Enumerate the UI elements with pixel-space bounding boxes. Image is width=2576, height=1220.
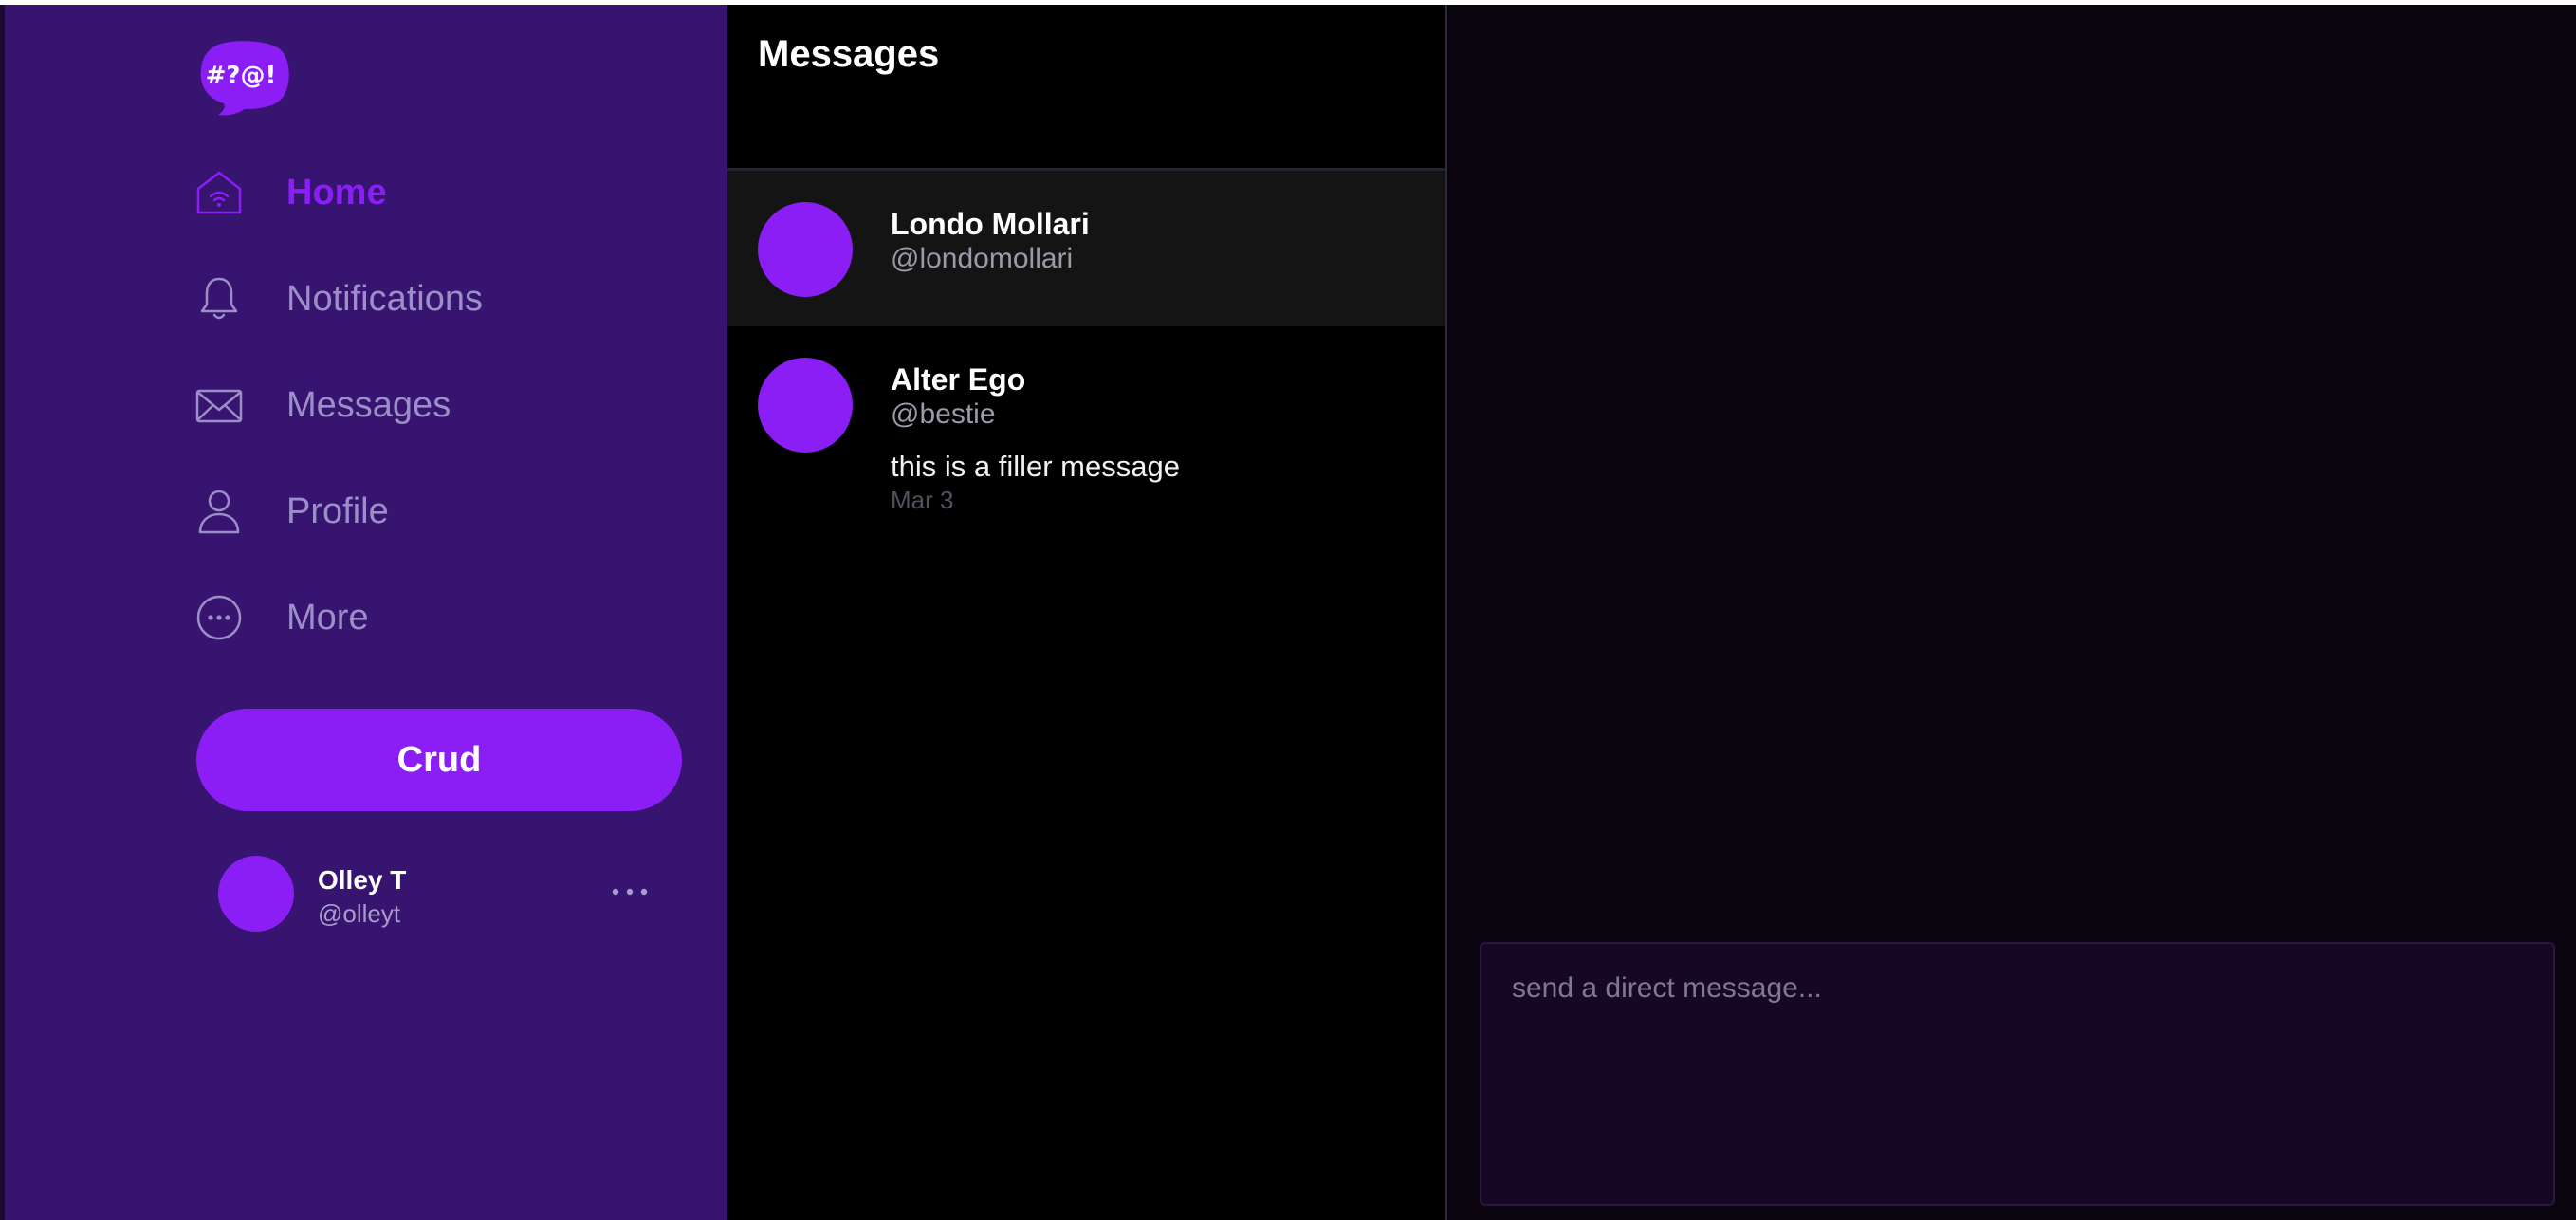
nav-item-profile[interactable]: Profile xyxy=(194,473,688,549)
account-name: Olley T xyxy=(318,865,407,895)
conversation-item[interactable]: Londo Mollari @londomollari xyxy=(727,171,1445,326)
nav-label-notifications: Notifications xyxy=(286,278,483,319)
nav-label-profile: Profile xyxy=(286,490,389,531)
bell-icon xyxy=(194,274,244,323)
nav-label-messages: Messages xyxy=(286,384,451,425)
account-switcher[interactable]: Olley T @olleyt xyxy=(218,856,664,939)
nav-label-home: Home xyxy=(286,172,387,213)
avatar xyxy=(758,202,853,297)
page-title: Messages xyxy=(758,33,940,75)
ellipsis-icon[interactable] xyxy=(609,878,651,905)
avatar xyxy=(218,856,294,932)
nav-label-more: More xyxy=(286,597,369,638)
nav-item-messages[interactable]: Messages xyxy=(194,367,688,443)
conversation-name: Alter Ego xyxy=(891,362,1026,397)
app-logo[interactable]: #?@! xyxy=(197,41,292,119)
home-icon xyxy=(194,168,244,217)
envelope-icon xyxy=(194,380,244,430)
account-handle: @olleyt xyxy=(318,899,401,928)
chat-pane xyxy=(1447,5,2576,1220)
avatar xyxy=(758,358,853,453)
more-circle-icon xyxy=(194,593,244,642)
direct-message-input[interactable] xyxy=(1480,942,2555,1206)
sidebar: #?@! Home Notifications Messages Profile… xyxy=(5,5,727,1220)
message-preview: this is a filler message xyxy=(891,450,1180,483)
conversation-item[interactable]: Alter Ego @bestie this is a filler messa… xyxy=(727,326,1445,526)
message-date: Mar 3 xyxy=(891,486,954,514)
crud-button[interactable]: Crud xyxy=(196,709,682,811)
messages-column: Messages Londo Mollari @londomollari Alt… xyxy=(727,5,1447,1220)
conversation-handle: @londomollari xyxy=(891,243,1074,274)
logo-text: #?@! xyxy=(205,62,277,90)
nav-item-more[interactable]: More xyxy=(194,580,688,656)
conversation-handle: @bestie xyxy=(891,398,996,430)
person-icon xyxy=(194,487,244,536)
nav-item-home[interactable]: Home xyxy=(194,155,688,231)
conversation-name: Londo Mollari xyxy=(891,207,1090,241)
nav-item-notifications[interactable]: Notifications xyxy=(194,261,688,337)
